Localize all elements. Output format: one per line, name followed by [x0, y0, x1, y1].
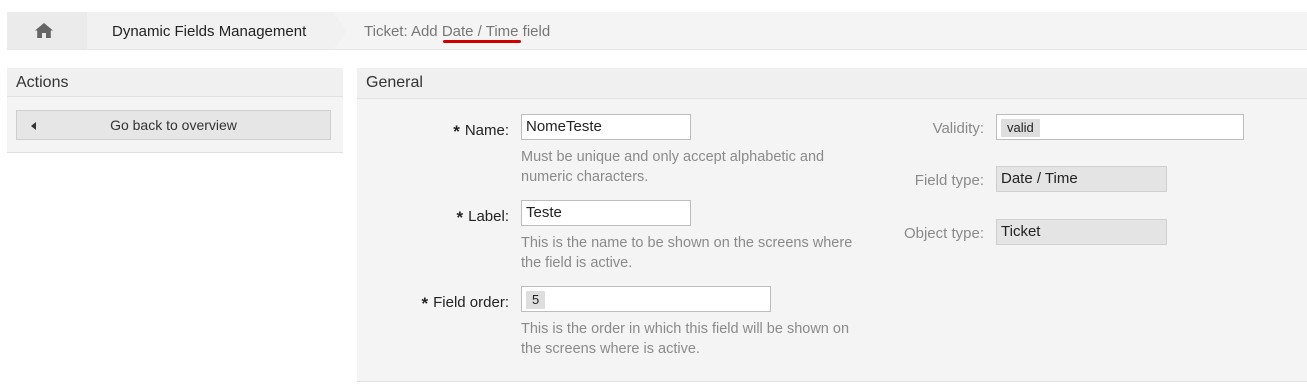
required-marker: * — [456, 208, 464, 227]
breadcrumb-current: Ticket: Add Date / Time field — [364, 23, 550, 40]
general-panel-title: General — [357, 68, 1307, 99]
name-label: * Name: — [453, 122, 509, 141]
field-order-label: * Field order: — [421, 294, 510, 313]
label-hint: This is the name to be shown on the scre… — [521, 235, 853, 271]
actions-panel: Actions Go back to overview — [7, 68, 343, 153]
breadcrumb-item-dynamic-fields[interactable]: Dynamic Fields Management — [87, 12, 333, 49]
general-panel: General * Name: NomeTeste Must be unique … — [357, 68, 1307, 382]
field-order-hint: This is the order in which this field wi… — [521, 321, 850, 357]
go-back-button-label: Go back to overview — [110, 117, 237, 133]
breadcrumb-item-label: Dynamic Fields Management — [112, 23, 307, 40]
name-input[interactable]: NomeTeste — [521, 114, 691, 140]
breadcrumb-home[interactable] — [7, 12, 87, 49]
home-icon — [35, 23, 53, 38]
field-order-value: 5 — [526, 291, 546, 309]
label-input[interactable]: Teste — [521, 200, 691, 226]
required-marker: * — [421, 294, 429, 313]
object-type-readonly: Ticket — [996, 219, 1167, 245]
go-back-button[interactable]: Go back to overview — [16, 110, 331, 140]
annotation-underline — [443, 40, 521, 43]
object-type-label: Object type: — [903, 225, 984, 242]
field-type-readonly: Date / Time — [996, 166, 1167, 192]
validity-value: valid — [1001, 119, 1040, 137]
validity-select[interactable]: valid — [996, 114, 1244, 140]
name-hint: Must be unique and only accept alphabeti… — [521, 149, 825, 185]
field-type-label: Field type: — [914, 172, 984, 189]
field-order-select[interactable]: 5 — [521, 286, 771, 312]
required-marker: * — [453, 122, 460, 141]
breadcrumb-current-highlight: Date / Time — [441, 23, 519, 40]
breadcrumb: Dynamic Fields Management Ticket: Add Da… — [7, 12, 1307, 50]
breadcrumb-current-suffix: field — [518, 23, 551, 40]
label-label: * Label: — [456, 208, 510, 227]
actions-panel-title: Actions — [7, 68, 343, 97]
breadcrumb-separator — [333, 12, 347, 50]
validity-label: Validity: — [932, 120, 984, 137]
breadcrumb-current-prefix: Ticket: Add — [364, 23, 442, 40]
